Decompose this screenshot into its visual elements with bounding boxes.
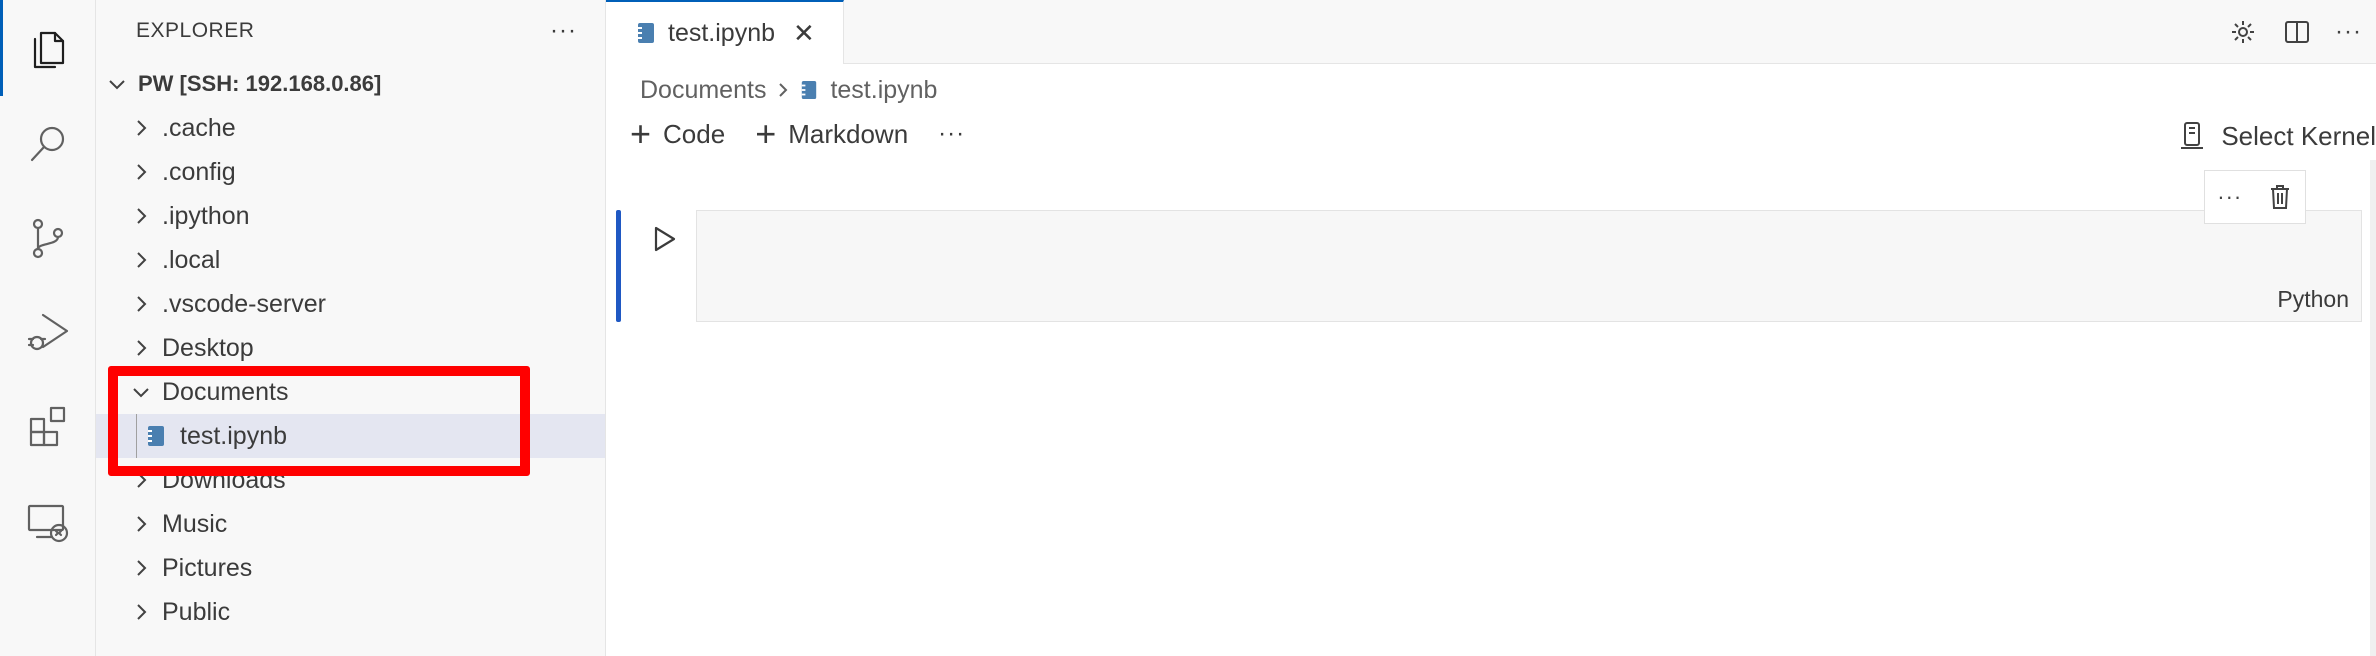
breadcrumb: Documents test.ipynb [640,70,937,110]
workspace-root-label: PW [SSH: 192.168.0.86] [138,71,382,96]
cell-more-button[interactable]: ··· [2217,184,2242,210]
tree-item-local[interactable]: .local [96,238,605,282]
tree-item-ipython[interactable]: .ipython [96,194,605,238]
tab-label: test.ipynb [668,18,776,47]
editor-more-button[interactable]: ··· [2335,18,2362,46]
tree-item-label: Desktop [162,333,254,362]
remote-explorer-icon [27,504,69,543]
notebook-icon [638,23,654,43]
chevron-right-icon [137,472,147,488]
select-kernel-button[interactable]: Select Kernel [2177,116,2376,156]
select-kernel-label: Select Kernel [2221,120,2376,151]
split-editor-icon[interactable] [2281,16,2313,48]
chevron-right-icon [137,340,147,356]
tree-item-downloads[interactable]: Downloads [96,458,605,502]
chevron-right-icon [137,208,147,224]
tree-item-label: .cache [162,113,236,142]
tree-item-label: .local [162,245,221,274]
add-code-label: Code [663,118,726,149]
tab-test-ipynb[interactable]: test.ipynb ✕ [606,0,844,64]
explorer-more-button[interactable]: ··· [550,17,577,45]
plus-icon: + [630,113,652,154]
trash-icon[interactable] [2267,183,2293,211]
gear-icon[interactable] [2227,16,2259,48]
search-activity[interactable] [0,96,96,192]
toolbar-more-button[interactable]: ··· [938,120,965,148]
tab-close-button[interactable]: ✕ [793,18,815,49]
tree-item-label: test.ipynb [180,421,288,450]
tree-item-documents[interactable]: Documents [96,370,605,414]
cell-toolbar: ··· [2204,170,2306,224]
chevron-right-icon [779,83,788,97]
chevron-down-icon [109,80,125,90]
run-debug-activity[interactable] [0,284,96,380]
indent-guide [136,414,137,458]
explorer-activity[interactable] [0,0,96,96]
tree-item-public[interactable]: Public [96,590,605,634]
breadcrumb-file[interactable]: test.ipynb [800,76,937,105]
editor-area: test.ipynb ✕ ··· Documents test.ipynb + … [606,0,2376,656]
tree-item-label: .config [162,157,236,186]
add-markdown-label: Markdown [788,118,909,149]
tree-item-label: Downloads [162,465,286,494]
source-control-icon [32,218,64,259]
chevron-right-icon [137,560,147,576]
chevron-down-icon [133,388,149,398]
tree-item-label: Music [162,509,228,538]
tree-item-desktop[interactable]: Desktop [96,326,605,370]
tree-item-config[interactable]: .config [96,150,605,194]
tree-item-test-ipynb[interactable]: test.ipynb [96,414,605,458]
breadcrumb-folder[interactable]: Documents [640,76,766,105]
run-debug-icon [27,313,69,351]
activity-bar [0,0,96,656]
extensions-activity[interactable] [0,378,96,474]
sidebar-header: EXPLORER ··· [96,0,605,62]
remote-explorer-activity[interactable] [0,474,96,570]
chevron-right-icon [137,164,147,180]
play-icon [654,226,676,252]
notebook-icon [802,81,817,99]
add-markdown-cell-button[interactable]: + Markdown [755,116,908,152]
workspace-root[interactable]: PW [SSH: 192.168.0.86] [96,62,605,106]
editor-scrollbar[interactable] [2370,160,2376,656]
server-icon [2181,122,2204,149]
cell-focus-indicator [616,210,621,322]
explorer-sidebar: EXPLORER ··· PW [SSH: 192.168.0.86] .cac… [96,0,606,656]
editor-actions: ··· [2227,0,2362,64]
tab-bar: test.ipynb ✕ ··· [606,0,2376,64]
tree-item-label: .vscode-server [162,289,326,318]
chevron-right-icon [137,252,147,268]
breadcrumb-file-label: test.ipynb [830,75,938,104]
chevron-right-icon [137,120,147,136]
tree-item-vscode-server[interactable]: .vscode-server [96,282,605,326]
chevron-right-icon [137,604,147,620]
search-icon [30,126,65,162]
chevron-right-icon [137,296,147,312]
chevron-right-icon [137,516,147,532]
tree-item-cache[interactable]: .cache [96,106,605,150]
tree-item-music[interactable]: Music [96,502,605,546]
code-cell-editor[interactable]: Python [696,210,2362,322]
tree-item-label: Documents [162,377,289,406]
tree-item-pictures[interactable]: Pictures [96,546,605,590]
tree-item-label: Pictures [162,553,253,582]
tree-item-label: .ipython [162,201,250,230]
add-code-cell-button[interactable]: + Code [630,116,725,152]
plus-icon: + [755,113,777,154]
notebook-icon [148,426,164,446]
notebook-toolbar: + Code + Markdown ··· [630,116,965,152]
cell-language-label[interactable]: Python [2277,286,2349,313]
run-cell-button[interactable] [650,224,682,256]
tree-item-label: Public [162,597,231,626]
source-control-activity[interactable] [0,190,96,286]
files-icon [33,31,65,69]
sidebar-title: EXPLORER [136,19,255,42]
extensions-icon [29,406,66,447]
